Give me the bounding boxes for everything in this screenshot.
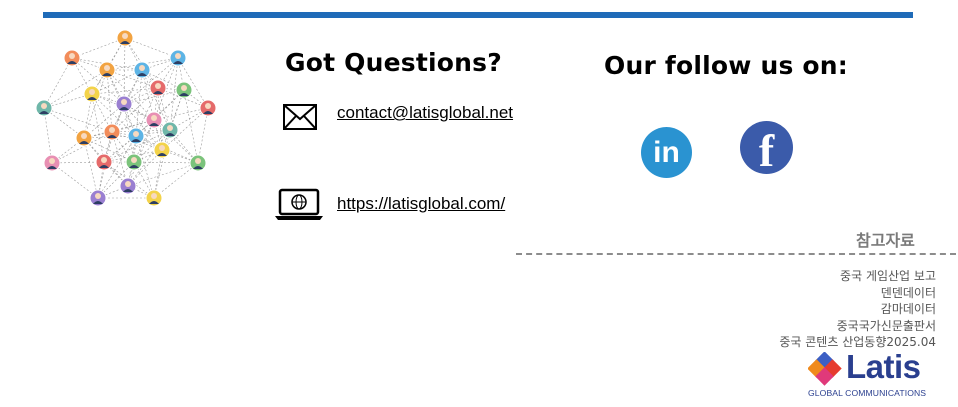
person-node-icon xyxy=(127,127,145,145)
top-accent-bar xyxy=(43,12,913,18)
person-node-icon xyxy=(35,99,53,117)
network-link xyxy=(135,69,143,137)
email-link[interactable]: contact@latisglobal.net xyxy=(337,103,513,123)
references-list: 중국 게임산업 보고 덴덴데이터 감마데이터 중국국가신문출판서 중국 콘텐츠 … xyxy=(779,268,936,351)
network-link xyxy=(106,69,113,133)
follow-title: Our follow us on: xyxy=(604,51,849,80)
network-link xyxy=(83,69,108,139)
email-row: contact@latisglobal.net xyxy=(283,103,513,130)
person-node-icon xyxy=(153,141,171,159)
logo-tagline: GLOBAL COMMUNICATIONS xyxy=(808,388,927,398)
latis-logo: Latis GLOBAL COMMUNICATIONS xyxy=(808,348,938,402)
facebook-icon[interactable]: f xyxy=(740,121,793,176)
website-row: https://latisglobal.com/ xyxy=(274,188,505,222)
person-node-icon xyxy=(98,61,116,79)
network-link xyxy=(83,137,99,199)
website-link[interactable]: https://latisglobal.com/ xyxy=(337,194,505,214)
network-link xyxy=(51,162,99,199)
person-node-icon xyxy=(119,177,137,195)
network-people-icon xyxy=(35,29,217,207)
linkedin-icon[interactable]: in xyxy=(641,127,692,178)
person-node-icon xyxy=(103,123,121,141)
person-node-icon xyxy=(89,189,107,207)
person-node-icon xyxy=(145,111,163,129)
person-node-icon xyxy=(75,129,93,147)
reference-item: 감마데이터 xyxy=(880,302,936,316)
person-node-icon xyxy=(149,79,167,97)
logo-name: Latis xyxy=(846,348,921,385)
person-node-icon xyxy=(95,153,113,171)
reference-item: 덴덴데이터 xyxy=(880,285,936,300)
person-node-icon xyxy=(83,85,101,103)
person-node-icon xyxy=(43,154,61,172)
network-link xyxy=(43,57,73,109)
person-node-icon xyxy=(63,49,81,67)
laptop-globe-icon xyxy=(275,188,323,220)
reference-item: 중국국가신문출판서 xyxy=(836,318,936,333)
person-node-icon xyxy=(125,153,143,171)
references-title: 참고자료 xyxy=(856,231,915,250)
network-link xyxy=(91,87,159,95)
network-link xyxy=(161,89,185,151)
latis-logo-icon xyxy=(808,352,842,386)
person-node-icon xyxy=(116,29,134,47)
network-link xyxy=(123,37,126,105)
network-link xyxy=(183,89,199,164)
contact-title: Got Questions? xyxy=(285,48,502,77)
person-node-icon xyxy=(175,81,193,99)
person-node-icon xyxy=(189,154,207,172)
person-node-icon xyxy=(115,95,133,113)
envelope-icon xyxy=(283,104,317,130)
network-link xyxy=(91,93,105,163)
person-node-icon xyxy=(145,189,163,207)
divider xyxy=(516,253,956,255)
person-node-icon xyxy=(133,61,151,79)
reference-item: 중국 게임산업 보고 xyxy=(840,269,936,283)
person-node-icon xyxy=(169,49,187,67)
network-link xyxy=(43,107,113,133)
person-node-icon xyxy=(199,99,217,117)
person-node-icon xyxy=(161,121,179,139)
